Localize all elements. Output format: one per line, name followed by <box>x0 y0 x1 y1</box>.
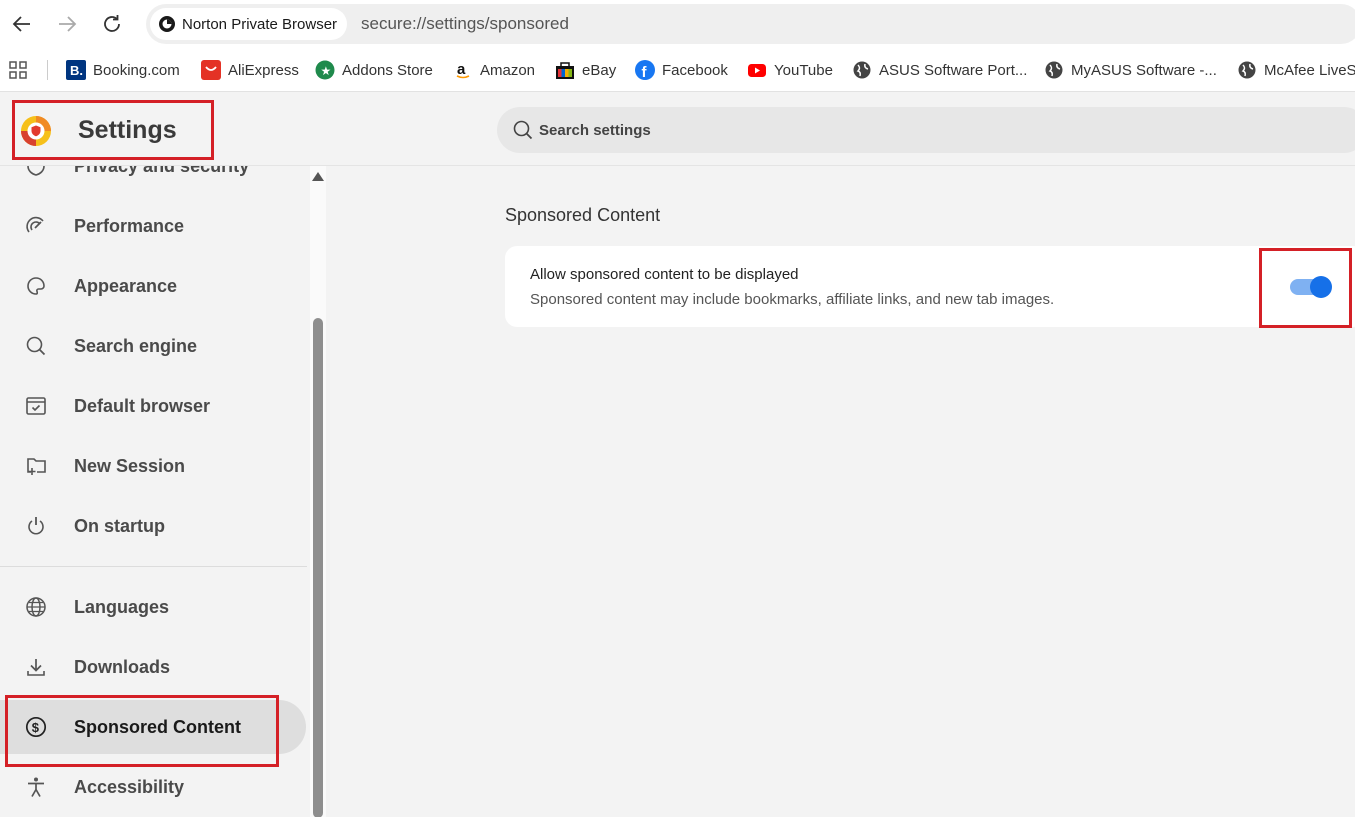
folder-plus-icon <box>24 454 48 478</box>
bookmark-ebay[interactable]: eBay <box>555 59 616 81</box>
bookmarks-divider <box>47 60 48 80</box>
bookmark-label: Amazon <box>480 61 536 79</box>
reload-icon <box>104 15 120 32</box>
bookmarks-bar: B. Booking.com AliExpress ★ Addons Store… <box>0 48 1355 92</box>
highlight-box-sponsored-content <box>5 695 279 767</box>
shield-icon <box>24 166 48 178</box>
back-button[interactable] <box>6 8 38 40</box>
setting-title: Allow sponsored content to be displayed <box>530 266 799 283</box>
bookmark-amazon[interactable]: a Amazon <box>453 59 535 81</box>
scrollbar-thumb[interactable] <box>313 318 323 817</box>
sidebar-item-accessibility[interactable]: Accessibility <box>0 760 306 814</box>
reload-button[interactable] <box>96 8 128 40</box>
browser-window-icon <box>24 394 48 418</box>
accessibility-icon <box>24 775 48 799</box>
globe-icon <box>1237 60 1257 80</box>
url-text[interactable]: secure://settings/sponsored <box>361 14 569 34</box>
section-title: Sponsored Content <box>505 205 661 225</box>
sidebar-item-appearance[interactable]: Appearance <box>0 259 306 313</box>
booking-icon: B. <box>66 60 86 80</box>
youtube-icon <box>747 60 767 80</box>
norton-icon <box>159 16 175 32</box>
gauge-icon <box>24 214 48 238</box>
site-name: Norton Private Browser <box>182 15 338 33</box>
bookmark-youtube[interactable]: YouTube <box>747 59 833 81</box>
sidebar-item-label: Appearance <box>74 275 178 296</box>
browser-toolbar: Norton Private Browser secure://settings… <box>0 0 1355 48</box>
aliexpress-icon <box>201 60 221 80</box>
highlight-box-toggle <box>1259 248 1352 328</box>
bookmark-label: McAfee LiveSa <box>1264 61 1355 79</box>
bookmark-label: ASUS Software Port... <box>879 61 1028 79</box>
bookmark-addons-store[interactable]: ★ Addons Store <box>315 59 433 81</box>
address-bar[interactable]: Norton Private Browser secure://settings… <box>146 4 1355 44</box>
sidebar-item-performance[interactable]: Performance <box>0 199 306 253</box>
facebook-icon: f <box>635 60 655 80</box>
site-identity-chip[interactable]: Norton Private Browser <box>150 8 348 40</box>
sidebar-item-label: Privacy and security <box>74 166 249 177</box>
sidebar-item-search-engine[interactable]: Search engine <box>0 319 306 373</box>
apps-grid-icon[interactable] <box>8 60 28 85</box>
bookmark-label: Addons Store <box>342 61 433 79</box>
bookmark-asus-software[interactable]: ASUS Software Port... <box>852 59 1027 81</box>
bookmark-label: Facebook <box>662 61 728 79</box>
bookmark-facebook[interactable]: f Facebook <box>635 59 728 81</box>
bookmark-label: Booking.com <box>93 61 180 79</box>
globe-icon <box>24 595 48 619</box>
scroll-up-arrow-icon[interactable] <box>312 172 324 181</box>
settings-search[interactable] <box>497 107 1355 153</box>
ebay-icon <box>555 60 575 80</box>
highlight-box-settings-title <box>12 100 214 160</box>
bookmark-label: MyASUS Software -... <box>1071 61 1217 79</box>
sidebar-item-downloads[interactable]: Downloads <box>0 640 306 694</box>
bookmark-label: eBay <box>582 61 617 79</box>
sidebar-item-default-browser[interactable]: Default browser <box>0 379 306 433</box>
forward-button[interactable] <box>51 8 83 40</box>
sidebar-item-label: Performance <box>74 215 185 236</box>
sidebar-item-label: Default browser <box>74 395 211 416</box>
sidebar-item-privacy-security[interactable]: Privacy and security <box>0 166 306 193</box>
sidebar-item-languages[interactable]: Languages <box>0 580 306 634</box>
amazon-icon: a <box>453 60 473 80</box>
sidebar-item-new-session[interactable]: New Session <box>0 439 306 493</box>
svg-text:B.: B. <box>70 63 83 78</box>
power-icon <box>24 514 48 538</box>
svg-text:a: a <box>457 61 466 78</box>
sponsored-content-setting-card: Allow sponsored content to be displayed … <box>505 246 1355 327</box>
sidebar-item-label: Search engine <box>74 335 198 356</box>
arrow-left-icon <box>12 16 30 32</box>
sidebar-item-on-startup[interactable]: On startup <box>0 499 306 553</box>
bookmark-label: YouTube <box>774 61 833 79</box>
bookmark-aliexpress[interactable]: AliExpress <box>201 59 299 81</box>
globe-icon <box>1044 60 1064 80</box>
palette-icon <box>24 274 48 298</box>
bookmark-mcafee[interactable]: McAfee LiveSa <box>1237 59 1355 81</box>
sidebar-item-label: Languages <box>74 596 170 617</box>
search-icon <box>24 334 48 358</box>
sidebar-item-label: Downloads <box>74 656 171 677</box>
search-input[interactable] <box>539 107 1239 153</box>
bookmark-booking[interactable]: B. Booking.com <box>66 59 180 81</box>
bookmark-myasus-software[interactable]: MyASUS Software -... <box>1044 59 1217 81</box>
bookmark-label: AliExpress <box>228 61 299 79</box>
setting-description: Sponsored content may include bookmarks,… <box>530 291 1055 308</box>
arrow-right-icon <box>59 16 77 32</box>
sidebar-scrollbar[interactable] <box>310 166 326 817</box>
globe-icon <box>852 60 872 80</box>
svg-text:★: ★ <box>321 64 332 78</box>
sidebar-item-label: Accessibility <box>74 776 185 797</box>
download-icon <box>24 655 48 679</box>
addons-store-icon: ★ <box>315 60 335 80</box>
sidebar-divider <box>0 566 307 567</box>
search-icon <box>512 119 534 146</box>
sidebar-item-label: On startup <box>74 515 166 536</box>
sidebar-item-label: New Session <box>74 455 186 476</box>
